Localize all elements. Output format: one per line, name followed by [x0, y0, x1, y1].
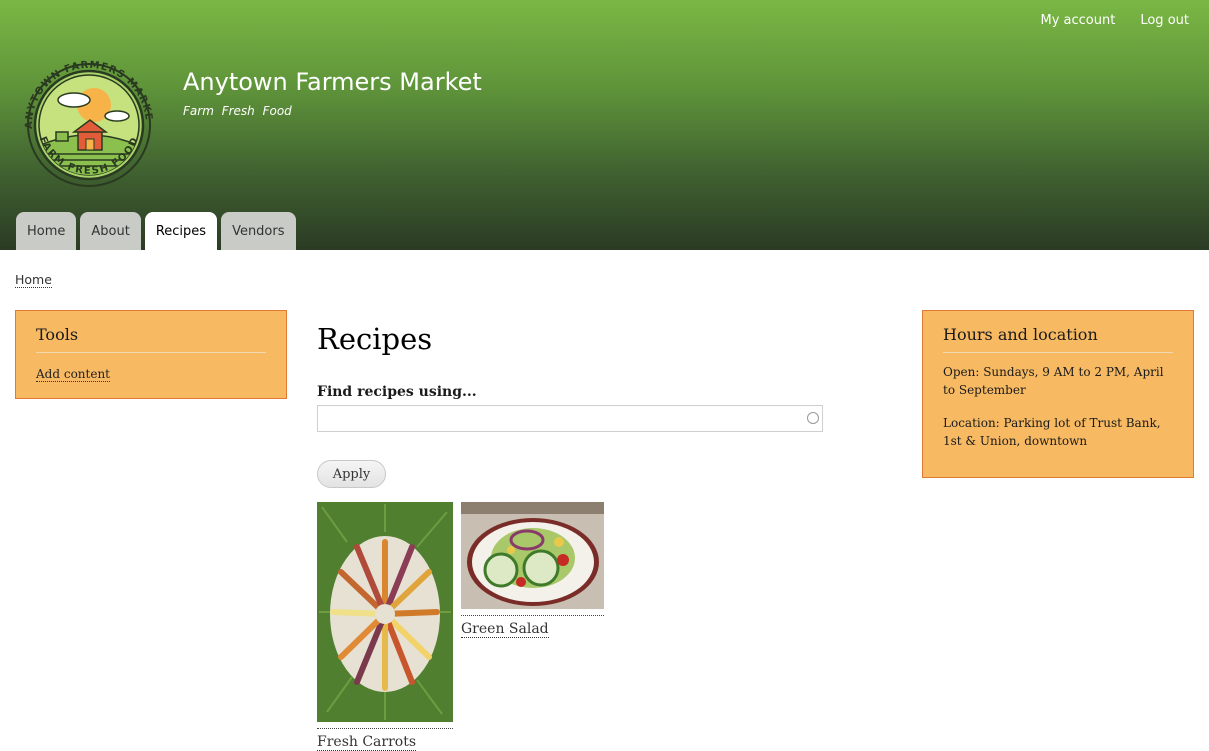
tools-block: Tools Add content: [15, 310, 287, 399]
log-out-link[interactable]: Log out: [1140, 13, 1189, 28]
green-salad-title[interactable]: Green Salad: [461, 621, 549, 638]
hours-location-block: Hours and location Open: Sundays, 9 AM t…: [922, 310, 1194, 478]
fresh-carrots-image[interactable]: [317, 502, 453, 729]
autocomplete-throbber-icon: [807, 412, 819, 424]
page-title: Recipes: [317, 322, 433, 356]
green-salad-image[interactable]: [461, 502, 604, 616]
recipe-card-fresh-carrots[interactable]: Fresh Carrots: [317, 502, 453, 751]
site-name[interactable]: Anytown Farmers Market: [183, 68, 482, 96]
breadcrumb-home-link[interactable]: Home: [15, 272, 52, 288]
main-menu: Home About Recipes Vendors: [16, 212, 296, 250]
hours-title: Hours and location: [943, 325, 1173, 353]
recipe-card-green-salad[interactable]: Green Salad: [461, 502, 604, 638]
secondary-menu: My account Log out: [1041, 13, 1190, 28]
fresh-carrots-title[interactable]: Fresh Carrots: [317, 734, 417, 751]
recipe-search-field[interactable]: [317, 405, 823, 432]
hours-location-text: Location: Parking lot of Trust Bank, 1st…: [943, 416, 1161, 448]
tab-about[interactable]: About: [80, 212, 141, 250]
tools-title: Tools: [36, 325, 266, 353]
salad-photo-icon: [461, 502, 604, 609]
site-slogan: Farm Fresh Food: [183, 104, 292, 118]
filter-label: Find recipes using...: [317, 384, 477, 400]
add-content-link[interactable]: Add content: [36, 367, 110, 382]
tab-vendors[interactable]: Vendors: [221, 212, 296, 250]
apply-button[interactable]: Apply: [317, 460, 386, 488]
my-account-link[interactable]: My account: [1041, 13, 1116, 28]
breadcrumb: Home: [15, 272, 52, 288]
site-logo[interactable]: ANYTOWN FARMERS MARKET FARM FRESH FOOD: [14, 50, 164, 200]
hours-open-text: Open: Sundays, 9 AM to 2 PM, April to Se…: [943, 365, 1164, 397]
carrots-photo-icon: [317, 502, 453, 722]
tab-recipes[interactable]: Recipes: [144, 212, 218, 250]
site-header: My account Log out ANYTOWN FARMERS MARKE…: [0, 0, 1209, 250]
tab-home[interactable]: Home: [16, 212, 77, 250]
recipe-search-input[interactable]: [318, 406, 822, 431]
